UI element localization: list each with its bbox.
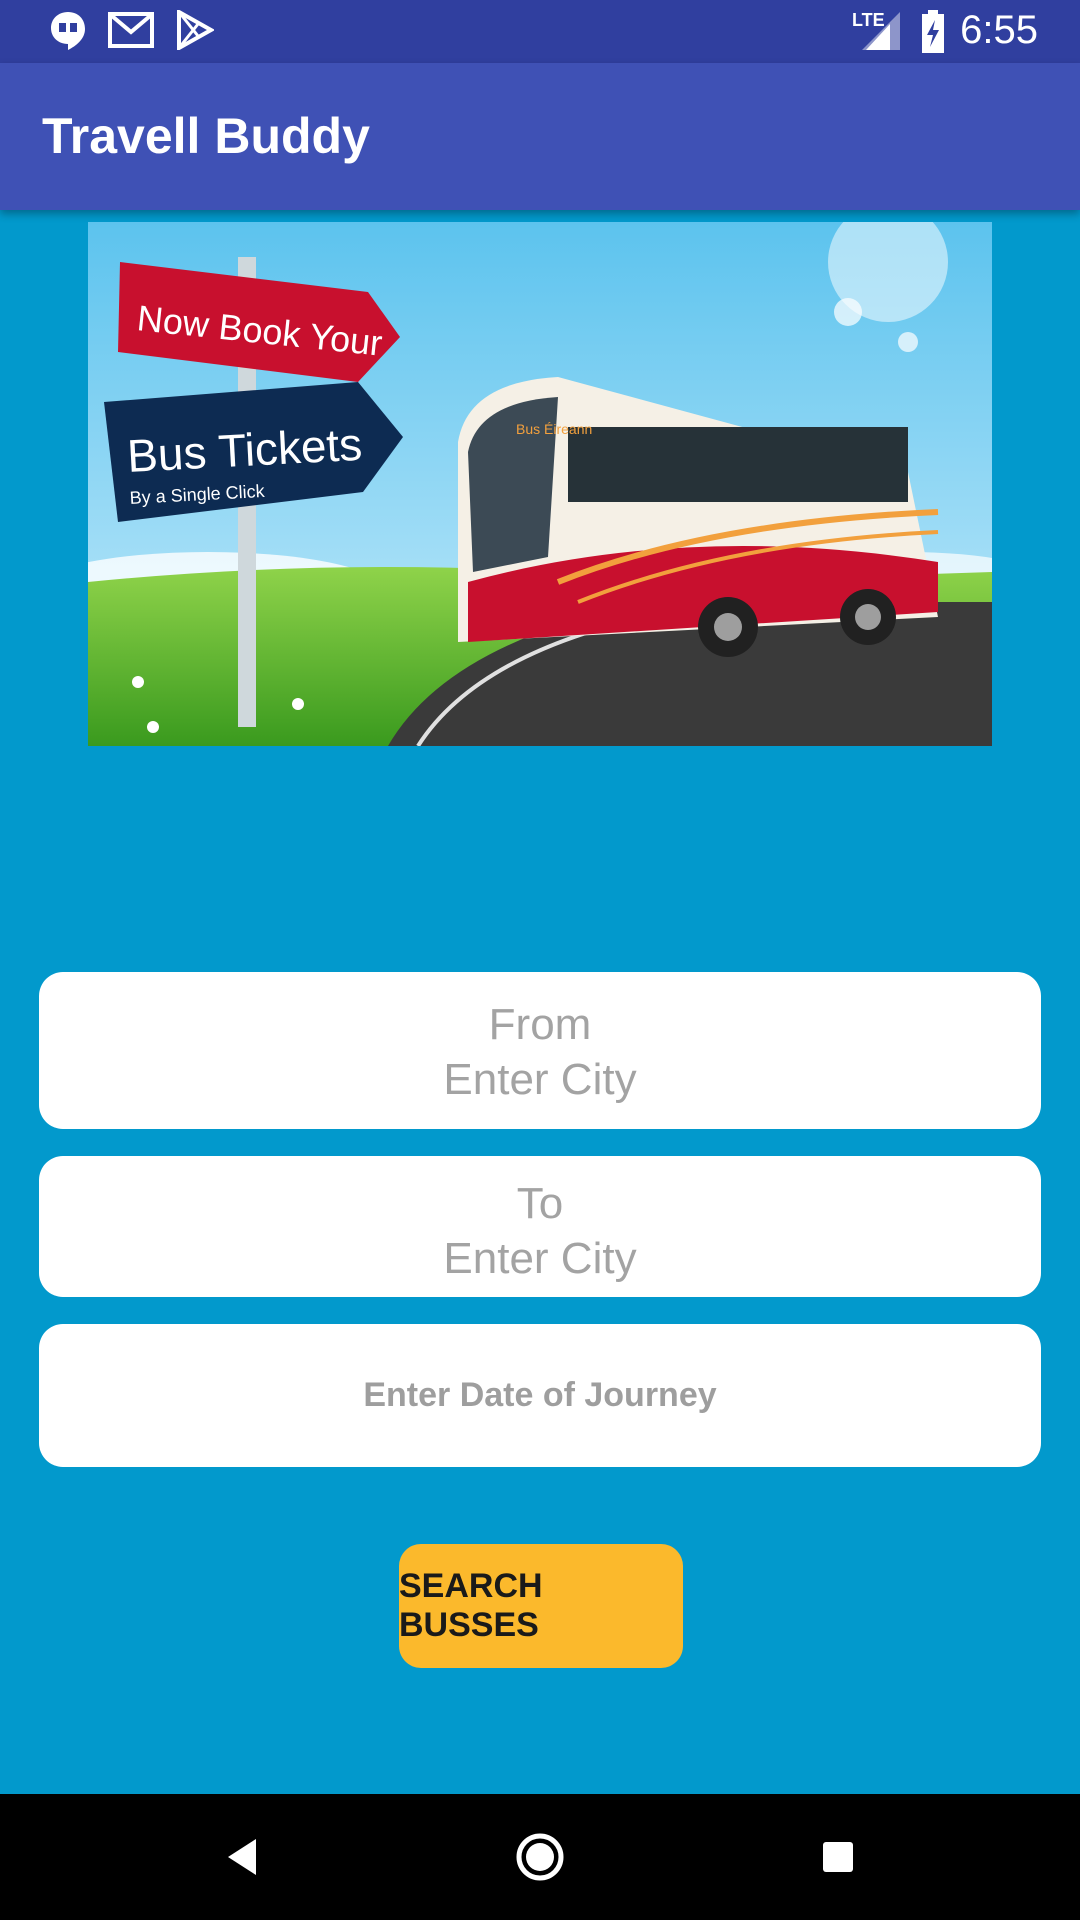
to-hint: Enter City xyxy=(443,1234,637,1283)
recents-button[interactable] xyxy=(768,1794,908,1920)
search-busses-button[interactable]: SEARCH BUSSES xyxy=(399,1544,683,1668)
back-button[interactable] xyxy=(172,1794,312,1920)
from-hint: Enter City xyxy=(443,1055,637,1104)
signal-icon xyxy=(862,12,900,50)
hangouts-icon xyxy=(51,12,85,50)
home-icon xyxy=(516,1833,564,1881)
battery-icon xyxy=(922,10,944,53)
navigation-bar xyxy=(0,1794,1080,1920)
home-button[interactable] xyxy=(470,1794,610,1920)
back-icon xyxy=(228,1839,256,1875)
play-store-icon xyxy=(177,10,214,50)
gmail-icon xyxy=(108,12,154,48)
journey-date-input[interactable]: Enter Date of Journey xyxy=(39,1324,1041,1467)
bus-brand-text: Bus Éireann xyxy=(516,421,592,437)
to-label: To xyxy=(516,1179,564,1228)
banner-image: Now Book Your Bus Tickets By a Single Cl… xyxy=(88,222,992,746)
app-title: Travell Buddy xyxy=(42,108,370,164)
clock: 6:55 xyxy=(960,8,1038,52)
date-hint: Enter Date of Journey xyxy=(363,1376,717,1414)
recents-icon xyxy=(823,1842,853,1872)
from-city-input[interactable]: From Enter City xyxy=(39,972,1041,1129)
from-label: From xyxy=(488,1000,592,1049)
to-city-input[interactable]: To Enter City xyxy=(39,1156,1041,1297)
status-bar: LTE 6:55 xyxy=(0,0,1080,63)
app-bar: Travell Buddy xyxy=(0,63,1080,210)
